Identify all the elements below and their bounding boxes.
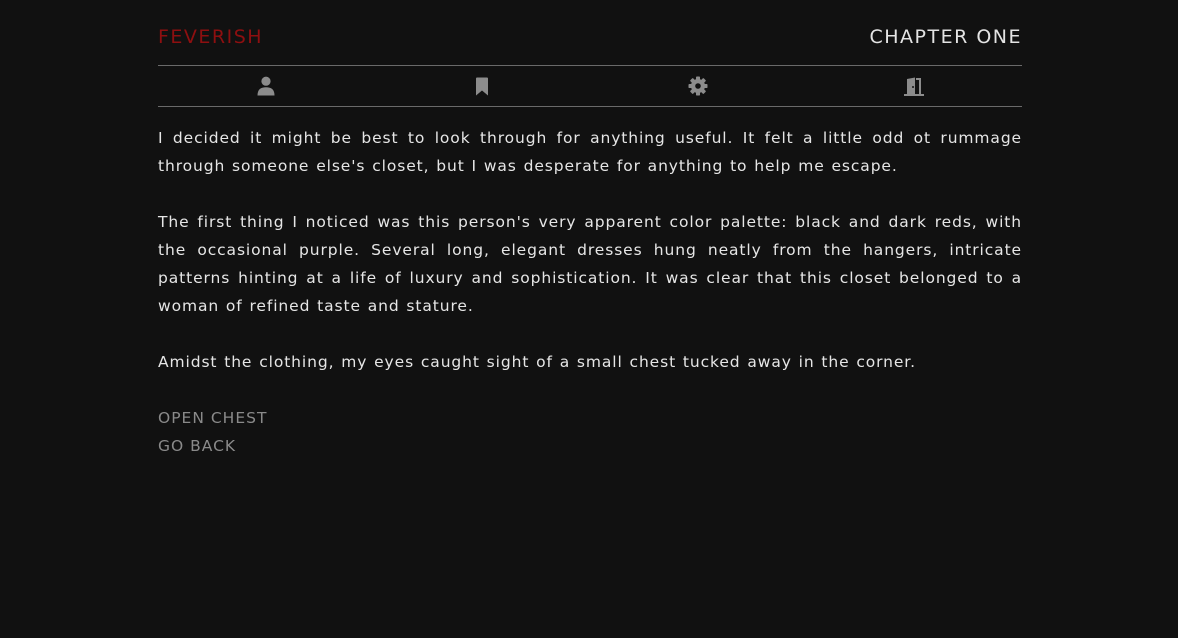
profile-button[interactable]	[158, 66, 374, 106]
user-icon	[257, 76, 275, 96]
exit-button[interactable]	[806, 66, 1022, 106]
exit-door-icon	[904, 77, 924, 96]
bookmark-button[interactable]	[374, 66, 590, 106]
header: FEVERISH CHAPTER ONE	[158, 0, 1022, 66]
choices-list: OPEN CHEST GO BACK	[158, 404, 1022, 460]
toolbar	[158, 66, 1022, 107]
story-paragraph: Amidst the clothing, my eyes caught sigh…	[158, 353, 916, 371]
choice-open-chest[interactable]: OPEN CHEST	[158, 404, 267, 432]
story-paragraph: I decided it might be best to look throu…	[158, 129, 1022, 175]
game-container: FEVERISH CHAPTER ONE I decided it might …	[158, 0, 1022, 460]
choice-go-back[interactable]: GO BACK	[158, 432, 236, 460]
story-text: I decided it might be best to look throu…	[158, 107, 1022, 376]
gear-icon	[688, 76, 708, 96]
game-title: FEVERISH	[158, 25, 264, 48]
settings-button[interactable]	[590, 66, 806, 106]
story-paragraph: The first thing I noticed was this perso…	[158, 213, 1022, 315]
bookmark-icon	[476, 77, 488, 95]
chapter-title: CHAPTER ONE	[869, 25, 1022, 48]
